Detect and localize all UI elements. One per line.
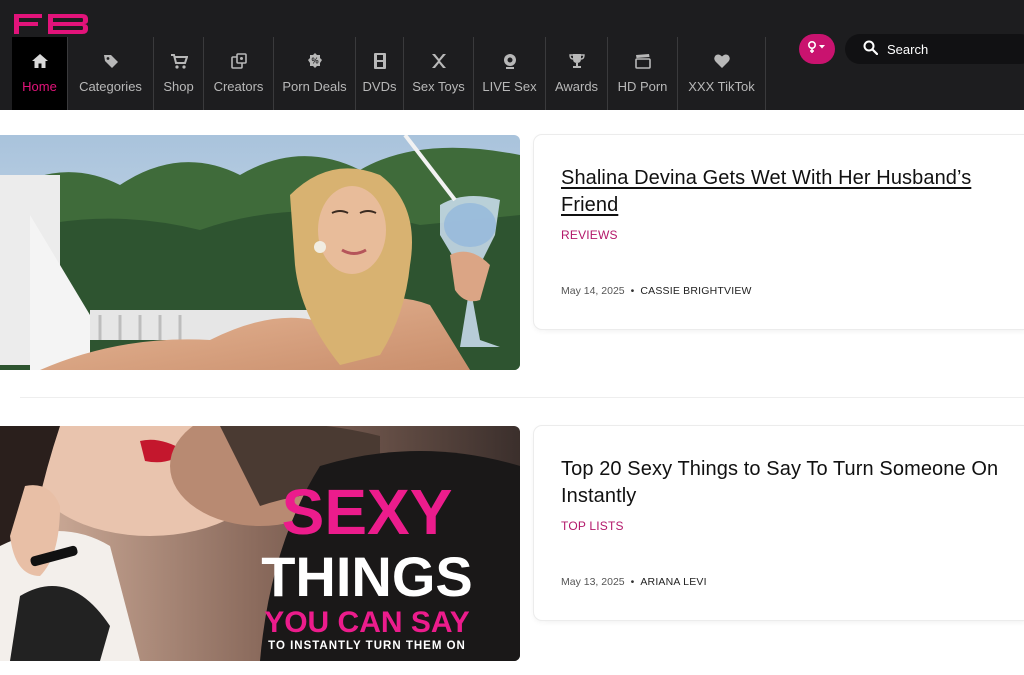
article-divider [20,397,1024,398]
nav-item-shop[interactable]: Shop [154,37,204,110]
article-card: Shalina Devina Gets Wet With Her Husband… [534,135,1024,329]
toy-icon [429,51,449,71]
article-thumbnail[interactable]: SEXY THINGS YOU CAN SAY TO INSTANTLY TUR… [0,426,520,661]
heart-icon [712,51,732,71]
article-title[interactable]: Top 20 Sexy Things to Say To Turn Someon… [561,456,1024,510]
trophy-icon [567,51,587,71]
tag-icon [101,51,121,71]
thumbnail-headline-line2: THINGS [261,545,473,608]
clapperboard-icon [633,51,653,71]
search-icon [863,40,879,58]
thumbnail-headline-line4: TO INSTANTLY TURN THEM ON [268,640,466,652]
webcam-icon [500,51,520,71]
nav-item-dvds[interactable]: DVDs [356,37,404,110]
cart-icon [169,51,189,71]
article-thumbnail[interactable] [0,135,520,370]
nav-item-xxx-tiktok[interactable]: XXX TikTok [678,37,766,110]
main-nav: Home Categories Shop Creators % Porn Dea… [12,37,766,110]
thumbnail-headline-line1: SEXY [282,476,453,548]
nav-item-hd-porn[interactable]: HD Porn [608,37,678,110]
nav-item-categories[interactable]: Categories [68,37,154,110]
article-date: May 14, 2025 [561,285,625,297]
gender-filter-button[interactable] [799,34,835,64]
female-symbol-icon [806,40,828,59]
nav-item-creators[interactable]: Creators [204,37,274,110]
article-category[interactable]: TOP LISTS [561,519,1024,533]
site-logo[interactable] [12,12,90,36]
article-meta: May 13, 2025 • ARIANA LEVI [561,576,707,588]
meta-separator: • [630,576,635,588]
svg-text:%: % [311,57,318,66]
meta-separator: • [630,285,635,297]
thumbnail-headline-line3: YOU CAN SAY [264,606,470,639]
article-category[interactable]: REVIEWS [561,228,1024,242]
creators-icon [229,51,249,71]
article-item: SEXY THINGS YOU CAN SAY TO INSTANTLY TUR… [0,426,1024,666]
search-bar[interactable] [845,34,1024,64]
article-item: Shalina Devina Gets Wet With Her Husband… [0,135,1024,375]
nav-item-home[interactable]: Home [12,37,68,110]
article-author[interactable]: CASSIE BRIGHTVIEW [640,285,751,297]
site-header: Home Categories Shop Creators % Porn Dea… [0,0,1024,110]
search-input[interactable] [887,41,1017,57]
nav-item-sex-toys[interactable]: Sex Toys [404,37,474,110]
article-meta: May 14, 2025 • CASSIE BRIGHTVIEW [561,285,752,297]
article-card: Top 20 Sexy Things to Say To Turn Someon… [534,426,1024,620]
article-date: May 13, 2025 [561,576,625,588]
home-icon [30,51,50,71]
film-strip-icon [370,51,390,71]
nav-item-live-sex[interactable]: LIVE Sex [474,37,546,110]
deal-tag-icon: % [305,51,325,71]
article-author[interactable]: ARIANA LEVI [640,576,706,588]
nav-item-porn-deals[interactable]: % Porn Deals [274,37,356,110]
nav-item-awards[interactable]: Awards [546,37,608,110]
article-title[interactable]: Shalina Devina Gets Wet With Her Husband… [561,165,1024,219]
